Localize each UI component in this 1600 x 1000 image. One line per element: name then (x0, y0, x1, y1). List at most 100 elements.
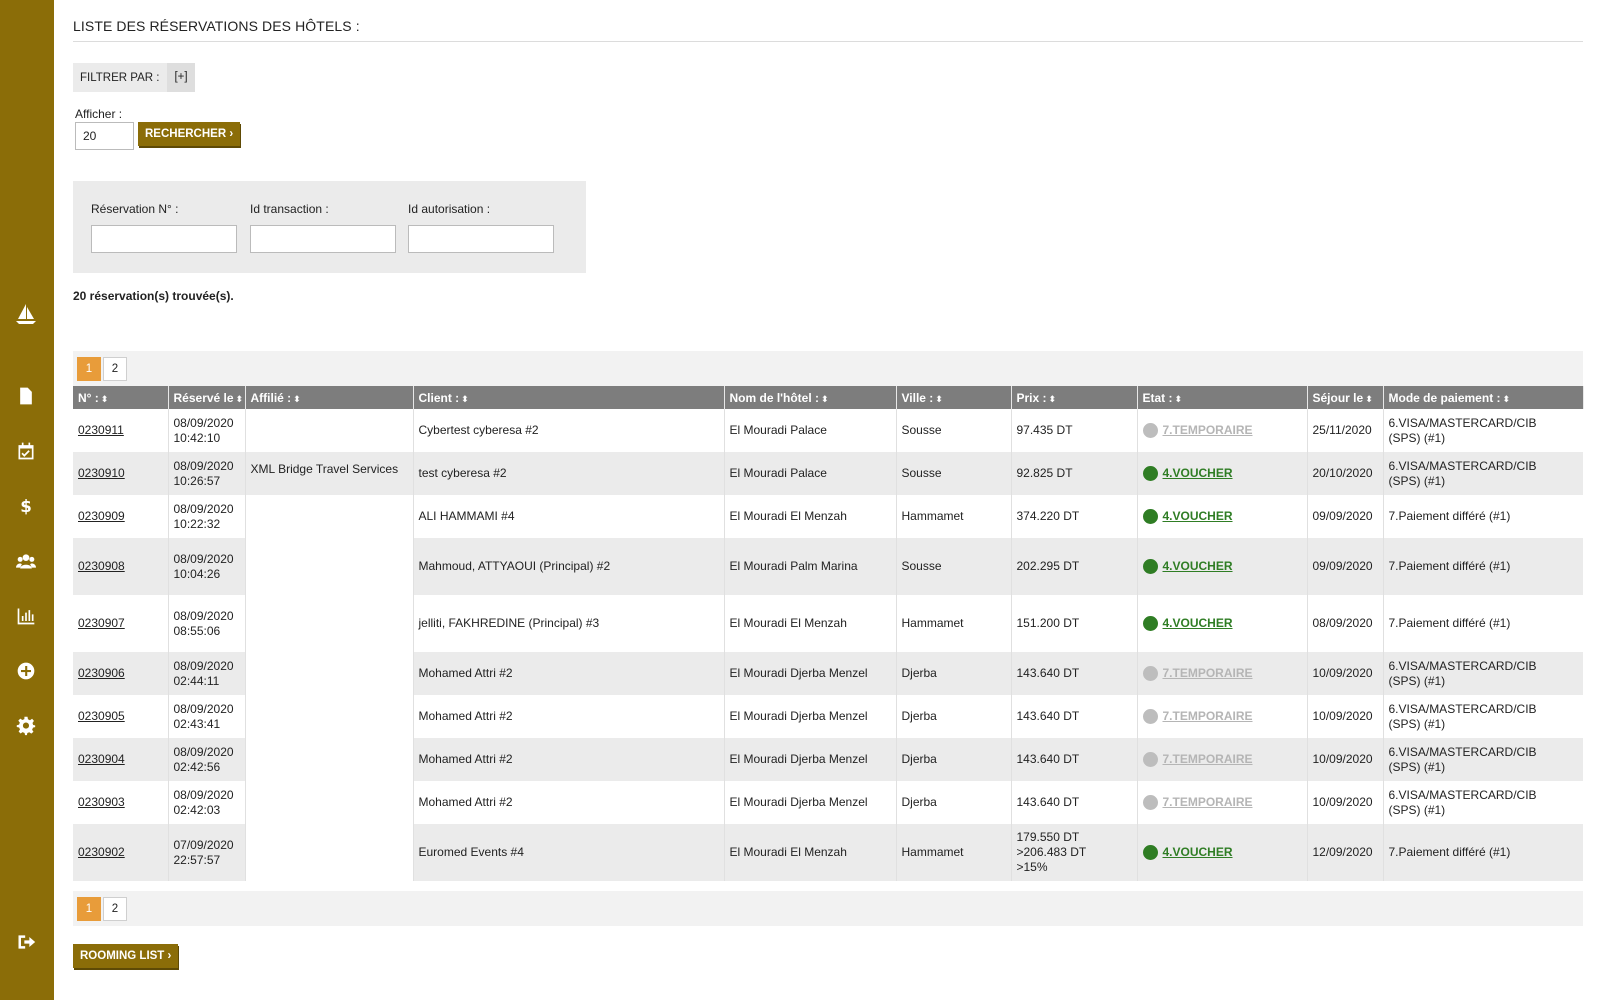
sort-icon[interactable]: ⬍ (1049, 394, 1057, 404)
logout-icon[interactable] (14, 930, 38, 954)
city-name: Hammamet (901, 616, 964, 630)
affiliate-cell (245, 409, 414, 452)
city-cell: Hammamet (896, 595, 1012, 652)
payment-mode-column-header[interactable]: Mode de paiement : ⬍ (1383, 386, 1584, 409)
bar-chart-icon[interactable] (14, 604, 38, 628)
gear-icon[interactable] (14, 714, 38, 738)
client-column-header[interactable]: Client : ⬍ (413, 386, 725, 409)
city-column-header[interactable]: Ville : ⬍ (896, 386, 1012, 409)
sort-icon[interactable]: ⬍ (236, 394, 244, 404)
sidebar: $ (0, 0, 54, 1000)
status-link[interactable]: 7.TEMPORAIRE (1163, 752, 1253, 767)
sort-icon[interactable]: ⬍ (821, 394, 829, 404)
dollar-icon[interactable]: $ (14, 494, 38, 518)
stay-date: 09/09/2020 (1312, 509, 1373, 523)
payment-mode-cell: 6.VISA/MASTERCARD/CIB (SPS) (#1) (1383, 781, 1583, 824)
status-grey-dot-icon (1142, 752, 1158, 767)
transaction-id-label: Id transaction : (250, 202, 329, 216)
stay-date: 10/09/2020 (1312, 666, 1373, 680)
document-icon[interactable] (14, 384, 38, 408)
sailboat-icon[interactable] (14, 302, 38, 326)
client-cell: Mohamed Attri #2 (413, 652, 725, 695)
column-label: N° : (78, 390, 99, 405)
calendar-check-icon[interactable] (14, 439, 38, 463)
reserved-date-column-header[interactable]: Réservé le ⬍ (168, 386, 246, 409)
sort-icon[interactable]: ⬍ (1503, 394, 1511, 404)
status-link[interactable]: 4.VOUCHER (1163, 845, 1233, 860)
table-row: 0230908 08/09/2020 10:04:26 Mahmoud, ATTYAO… (73, 538, 1583, 595)
column-label: Nom de l'hôtel : (729, 390, 820, 405)
search-button[interactable]: RECHERCHER › (138, 122, 241, 146)
reservation-link[interactable]: 0230909 (78, 509, 125, 523)
hotel-name: El Mouradi El Menzah (729, 509, 847, 523)
page-2-button[interactable]: 2 (103, 896, 127, 921)
rooming-list-button[interactable]: ROOMING LIST › (73, 944, 179, 968)
status-wrapper: 4.VOUCHER (1142, 845, 1302, 860)
table-row: 0230906 08/09/2020 02:44:11 Mohamed Attri #… (73, 652, 1583, 695)
client-cell: Mohamed Attri #2 (413, 738, 725, 781)
reservation-link[interactable]: 0230905 (78, 709, 125, 723)
page-2-button[interactable]: 2 (103, 356, 127, 381)
reserved-time: 22:57:57 (173, 852, 221, 867)
hotel-name-column-header[interactable]: Nom de l'hôtel : ⬍ (724, 386, 897, 409)
reservation-link[interactable]: 0230908 (78, 559, 125, 573)
price-value: 143.640 DT (1016, 752, 1080, 766)
reserved-date: 08/09/2020 (173, 608, 234, 623)
page-size-input[interactable] (75, 122, 134, 150)
status-link[interactable]: 4.VOUCHER (1163, 509, 1233, 524)
client-name: Mahmoud, ATTYAOUI (Principal) #2 (418, 559, 611, 573)
status-column-header[interactable]: Etat : ⬍ (1137, 386, 1308, 409)
affiliate-cell: XML Bridge Travel Services (245, 452, 414, 495)
num-column-header[interactable]: N° : ⬍ (73, 386, 169, 409)
stay-date: 10/09/2020 (1312, 752, 1373, 766)
reservation-number-input[interactable] (91, 225, 237, 253)
page-1-button[interactable]: 1 (77, 896, 101, 921)
stay-date: 09/09/2020 (1312, 559, 1373, 573)
page-1-button[interactable]: 1 (77, 356, 101, 381)
status-link[interactable]: 7.TEMPORAIRE (1163, 795, 1253, 810)
users-icon[interactable] (14, 549, 38, 573)
status-link[interactable]: 4.VOUCHER (1163, 466, 1233, 481)
client-cell: Mahmoud, ATTYAOUI (Principal) #2 (413, 538, 725, 595)
reservation-link[interactable]: 0230907 (78, 616, 125, 630)
transaction-id-input[interactable] (250, 225, 396, 253)
plus-circle-icon[interactable] (14, 659, 38, 683)
reservation-link[interactable]: 0230904 (78, 752, 125, 766)
affiliate-column-header[interactable]: Affilié : ⬍ (245, 386, 414, 409)
affiliate-name: XML Bridge Travel Services (250, 462, 399, 476)
reservation-link[interactable]: 0230906 (78, 666, 125, 680)
payment-mode-cell: 7.Paiement différé (#1) (1383, 538, 1583, 595)
reservations-table-wrapper: N° : ⬍ Réservé le ⬍ Affilié : ⬍ Client : ⬍ Nom d… (73, 386, 1584, 881)
status-link[interactable]: 4.VOUCHER (1163, 559, 1233, 574)
sort-icon[interactable]: ⬍ (1365, 394, 1373, 404)
sort-icon[interactable]: ⬍ (101, 394, 109, 404)
authorization-id-input[interactable] (408, 225, 554, 253)
status-wrapper: 7.TEMPORAIRE (1142, 752, 1302, 767)
status-link[interactable]: 7.TEMPORAIRE (1163, 709, 1253, 724)
payment-mode-cell: 6.VISA/MASTERCARD/CIB (SPS) (#1) (1383, 738, 1583, 781)
reservation-number-cell: 0230902 (73, 824, 169, 881)
stay-date: 10/09/2020 (1312, 709, 1373, 723)
city-cell: Hammamet (896, 824, 1012, 881)
status-link[interactable]: 7.TEMPORAIRE (1163, 423, 1253, 438)
sort-icon[interactable]: ⬍ (935, 394, 943, 404)
reserved-date: 08/09/2020 (173, 744, 234, 759)
reservation-link[interactable]: 0230910 (78, 466, 125, 480)
status-link[interactable]: 4.VOUCHER (1163, 616, 1233, 631)
table-row: 0230903 08/09/2020 02:42:03 Mohamed Attri #… (73, 781, 1583, 824)
reservation-link[interactable]: 0230902 (78, 845, 125, 859)
filter-expand-toggle[interactable]: [+] (167, 63, 195, 92)
status-cell: 7.TEMPORAIRE (1137, 652, 1308, 695)
sort-icon[interactable]: ⬍ (461, 394, 469, 404)
payment-mode: 7.Paiement différé (#1) (1388, 616, 1511, 630)
status-link[interactable]: 7.TEMPORAIRE (1163, 666, 1253, 681)
sort-icon[interactable]: ⬍ (293, 394, 301, 404)
table-row: 0230904 08/09/2020 02:42:56 Mohamed Attri #… (73, 738, 1583, 781)
price-column-header[interactable]: Prix : ⬍ (1011, 386, 1138, 409)
reservation-link[interactable]: 0230911 (78, 423, 124, 437)
reservation-link[interactable]: 0230903 (78, 795, 125, 809)
sort-icon[interactable]: ⬍ (1175, 394, 1183, 404)
column-label: Séjour le (1312, 390, 1364, 405)
stay-date-column-header[interactable]: Séjour le ⬍ (1307, 386, 1384, 409)
status-cell: 4.VOUCHER (1137, 452, 1308, 495)
